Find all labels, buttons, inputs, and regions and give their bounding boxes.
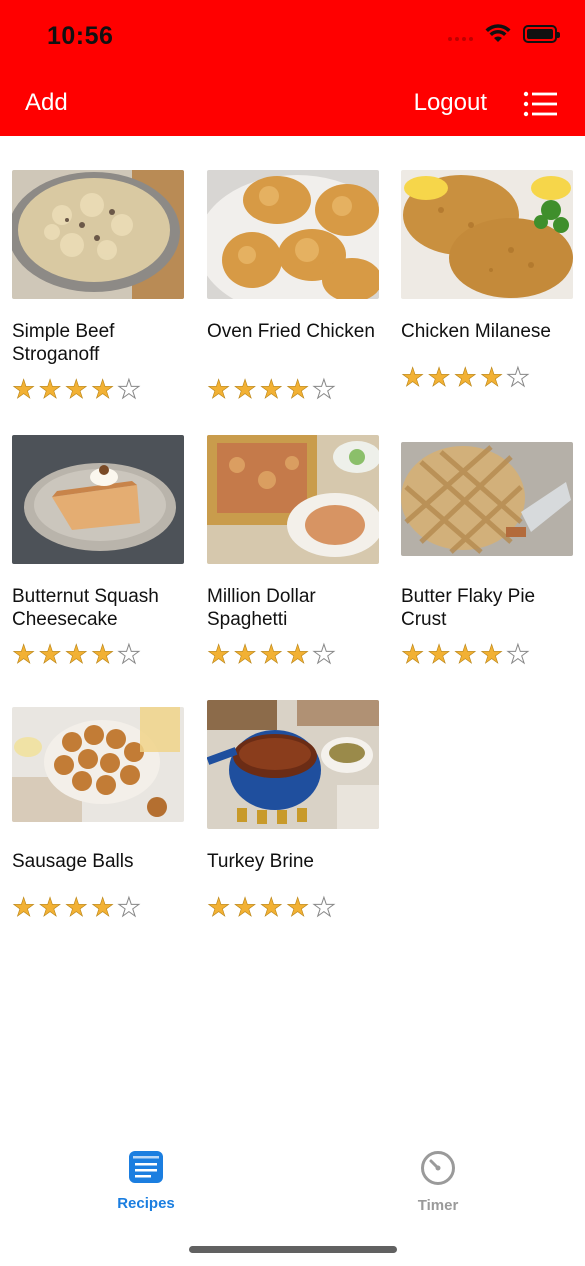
spaghetti-photo: [207, 435, 379, 564]
star-filled-icon: ★: [427, 362, 451, 392]
star-rating: ★ ★ ★ ★ ★: [12, 892, 141, 922]
recipes-icon: [129, 1151, 163, 1183]
recipe-card[interactable]: Butter Flaky Pie Crust ★ ★ ★ ★ ★: [401, 435, 575, 668]
star-filled-icon: ★: [427, 639, 451, 669]
star-filled-icon: ★: [233, 892, 257, 922]
turkey-brine-photo: [207, 700, 379, 829]
fried-chicken-photo: [207, 170, 379, 299]
star-empty-icon: ★: [506, 639, 530, 669]
star-empty-icon: ★: [117, 639, 141, 669]
chicken-milanese-photo: [401, 170, 573, 299]
star-filled-icon: ★: [479, 362, 504, 392]
star-filled-icon: ★: [207, 374, 231, 404]
star-filled-icon: ★: [479, 639, 504, 669]
star-rating: ★ ★ ★ ★ ★: [207, 639, 336, 669]
star-rating: ★ ★ ★ ★ ★: [401, 639, 530, 669]
pie-crust-photo: [401, 442, 573, 556]
timer-icon: [421, 1151, 455, 1185]
recipe-title: Turkey Brine: [207, 851, 314, 872]
tab-recipes-label: Recipes: [117, 1195, 175, 1212]
status-time: 10:56: [47, 22, 114, 50]
star-empty-icon: ★: [312, 639, 336, 669]
star-filled-icon: ★: [207, 639, 231, 669]
recipe-title: Chicken Milanese: [401, 321, 551, 342]
add-button[interactable]: Add: [25, 89, 68, 117]
star-filled-icon: ★: [233, 374, 257, 404]
star-filled-icon: ★: [453, 639, 477, 669]
recipe-card[interactable]: Chicken Milanese ★ ★ ★ ★ ★: [401, 170, 575, 391]
star-empty-icon: ★: [117, 892, 141, 922]
star-filled-icon: ★: [90, 892, 115, 922]
star-filled-icon: ★: [12, 892, 36, 922]
star-rating: ★ ★ ★ ★ ★: [12, 374, 141, 404]
recipe-card[interactable]: Turkey Brine ★ ★ ★ ★ ★: [207, 700, 381, 921]
star-filled-icon: ★: [90, 374, 115, 404]
star-empty-icon: ★: [312, 374, 336, 404]
star-filled-icon: ★: [90, 639, 115, 669]
star-filled-icon: ★: [38, 374, 62, 404]
star-rating: ★ ★ ★ ★ ★: [12, 639, 141, 669]
recipe-card[interactable]: Oven Fried Chicken ★ ★ ★ ★ ★: [207, 170, 381, 403]
star-filled-icon: ★: [259, 374, 283, 404]
star-filled-icon: ★: [233, 639, 257, 669]
star-filled-icon: ★: [259, 892, 283, 922]
sausage-balls-photo: [12, 707, 184, 822]
star-filled-icon: ★: [64, 892, 88, 922]
star-filled-icon: ★: [12, 639, 36, 669]
recipe-card[interactable]: Million Dollar Spaghetti ★ ★ ★ ★ ★: [207, 435, 381, 668]
recipe-title: Million Dollar Spaghetti: [207, 586, 316, 630]
star-filled-icon: ★: [38, 892, 62, 922]
battery-icon: [523, 25, 560, 43]
star-rating: ★ ★ ★ ★ ★: [401, 362, 530, 392]
star-rating: ★ ★ ★ ★ ★: [207, 374, 336, 404]
recipe-card[interactable]: Simple Beef Stroganoff ★ ★ ★ ★ ★: [12, 170, 186, 403]
recipes-screen: 10:56 Add Logout Simple Beef Stroganoff …: [0, 0, 585, 1266]
tab-recipes[interactable]: Recipes: [86, 1150, 206, 1212]
recipe-card[interactable]: Sausage Balls ★ ★ ★ ★ ★: [12, 700, 186, 921]
recipe-title: Butter Flaky Pie Crust: [401, 586, 536, 630]
star-filled-icon: ★: [285, 374, 310, 404]
recipe-title: Sausage Balls: [12, 851, 134, 872]
star-filled-icon: ★: [401, 639, 425, 669]
recipe-title: Simple Beef Stroganoff: [12, 321, 115, 365]
beef-stroganoff-photo: [12, 170, 184, 299]
recipe-title: Oven Fried Chicken: [207, 321, 375, 342]
list-icon[interactable]: [523, 90, 557, 118]
star-filled-icon: ★: [207, 892, 231, 922]
star-filled-icon: ★: [64, 374, 88, 404]
recipe-title: Butternut Squash Cheesecake: [12, 586, 159, 630]
wifi-icon: [485, 24, 511, 42]
star-filled-icon: ★: [285, 892, 310, 922]
status-icons: [448, 24, 560, 44]
star-filled-icon: ★: [38, 639, 62, 669]
logout-button[interactable]: Logout: [414, 89, 487, 117]
tab-timer[interactable]: Timer: [378, 1150, 498, 1214]
recipe-card[interactable]: Butternut Squash Cheesecake ★ ★ ★ ★ ★: [12, 435, 186, 668]
star-empty-icon: ★: [506, 362, 530, 392]
star-empty-icon: ★: [312, 892, 336, 922]
star-filled-icon: ★: [12, 374, 36, 404]
star-filled-icon: ★: [401, 362, 425, 392]
header-bar: 10:56 Add Logout: [0, 0, 585, 136]
star-filled-icon: ★: [453, 362, 477, 392]
star-filled-icon: ★: [285, 639, 310, 669]
cheesecake-photo: [12, 435, 184, 564]
star-empty-icon: ★: [117, 374, 141, 404]
signal-icon: [448, 27, 473, 41]
home-indicator[interactable]: [189, 1246, 397, 1253]
star-rating: ★ ★ ★ ★ ★: [207, 892, 336, 922]
star-filled-icon: ★: [64, 639, 88, 669]
star-filled-icon: ★: [259, 639, 283, 669]
tab-timer-label: Timer: [417, 1197, 459, 1214]
